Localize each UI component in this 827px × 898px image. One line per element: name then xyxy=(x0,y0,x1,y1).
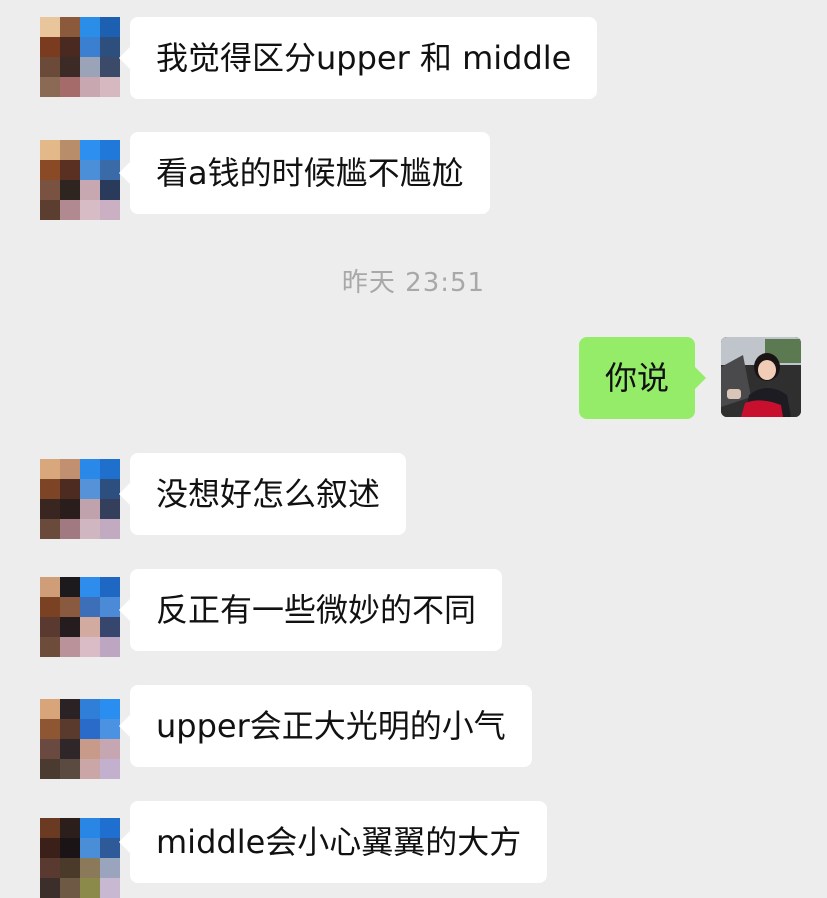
contact-avatar[interactable] xyxy=(40,818,120,898)
contact-avatar[interactable] xyxy=(40,459,120,539)
message-bubble[interactable]: 我觉得区分upper 和 middle xyxy=(118,17,598,99)
message-text: 反正有一些微妙的不同 xyxy=(156,591,477,629)
contact-avatar[interactable] xyxy=(40,140,120,220)
message-bubble[interactable]: upper会正大光明的小气 xyxy=(119,685,532,767)
message-text: 我觉得区分upper 和 middle xyxy=(156,39,572,77)
contact-avatar[interactable] xyxy=(40,577,120,657)
user-photo xyxy=(721,337,801,417)
message-bubble[interactable]: middle会小心翼翼的大方 xyxy=(118,801,548,883)
timestamp: 昨天 23:51 xyxy=(341,268,486,298)
message-text: 没想好怎么叙述 xyxy=(156,475,381,513)
message-bubble[interactable]: 没想好怎么叙述 xyxy=(118,453,407,535)
message-text: 看a钱的时候尴不尴尬 xyxy=(156,154,464,192)
contact-avatar[interactable] xyxy=(40,17,120,97)
message-text: 你说 xyxy=(605,359,670,397)
contact-avatar[interactable] xyxy=(40,699,120,779)
user-avatar[interactable] xyxy=(721,337,801,417)
message-text: middle会小心翼翼的大方 xyxy=(156,823,522,861)
message-bubble[interactable]: 看a钱的时候尴不尴尬 xyxy=(119,132,490,214)
message-bubble[interactable]: 反正有一些微妙的不同 xyxy=(118,569,503,651)
message-text: upper会正大光明的小气 xyxy=(156,707,506,745)
message-bubble[interactable]: 你说 xyxy=(579,337,707,419)
